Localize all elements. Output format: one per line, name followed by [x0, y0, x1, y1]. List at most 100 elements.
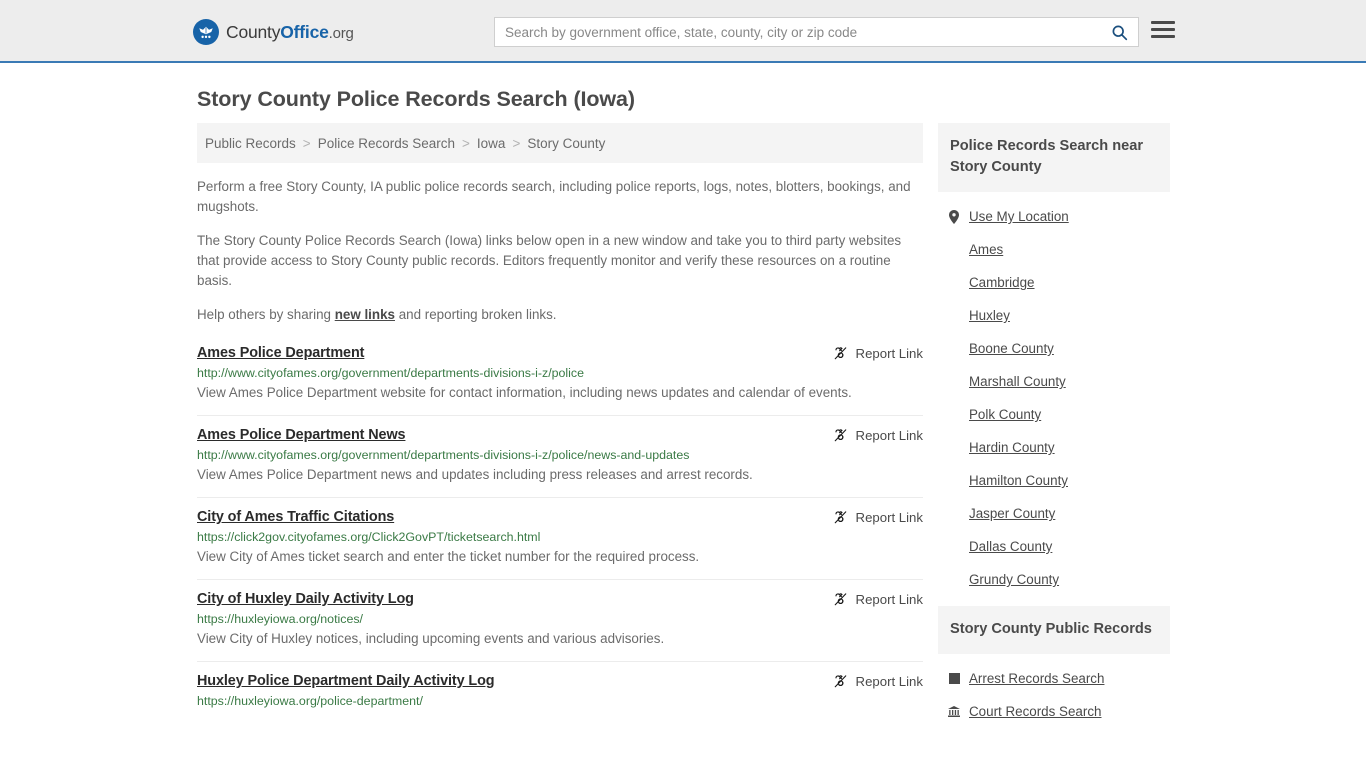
result-header: Ames Police Department Report Link — [197, 345, 923, 361]
sidebar: Police Records Search near Story County … — [938, 123, 1170, 728]
sidebar-record-item-arrest-records-search[interactable]: Arrest Records Search — [938, 662, 1170, 695]
search-bar[interactable] — [494, 17, 1139, 47]
arrest-records-icon — [948, 673, 960, 684]
intro-paragraph-2: The Story County Police Records Search (… — [197, 233, 902, 288]
intro-p3-before: Help others by sharing — [197, 307, 335, 322]
result-header: Huxley Police Department Daily Activity … — [197, 673, 923, 689]
site-logo[interactable]: CountyOffice.org — [193, 19, 354, 45]
sidebar-link-label[interactable]: Dallas County — [969, 539, 1052, 554]
eagle-seal-icon — [193, 19, 219, 45]
sidebar-nearby-item-hamilton-county[interactable]: Hamilton County — [938, 464, 1170, 497]
hamburger-bar — [1151, 35, 1175, 38]
search-button[interactable] — [1100, 18, 1138, 46]
result-url[interactable]: http://www.cityofames.org/government/dep… — [197, 366, 923, 380]
result-item: City of Ames Traffic Citations Report Lin… — [197, 497, 923, 579]
breadcrumb-separator: > — [462, 135, 470, 151]
result-title-link[interactable]: Huxley Police Department Daily Activity … — [197, 673, 495, 689]
result-item: Ames Police Department News Report Link ht… — [197, 415, 923, 497]
breadcrumb-item-current: Story County — [527, 135, 606, 151]
report-link-label: Report Link — [855, 674, 923, 689]
breadcrumb-item-1[interactable]: Police Records Search — [318, 136, 455, 151]
sidebar-link-label[interactable]: Use My Location — [969, 209, 1069, 224]
breadcrumb-separator: > — [302, 135, 311, 151]
sidebar-nearby-item-polk-county[interactable]: Polk County — [938, 398, 1170, 431]
sidebar-nearby-list: Use My Location Ames Cambridge Huxley Boone … — [938, 200, 1170, 596]
sidebar-link-label[interactable]: Polk County — [969, 407, 1041, 422]
report-link-label: Report Link — [855, 346, 923, 361]
brand-part-org: .org — [328, 24, 354, 42]
result-header: Ames Police Department News Report Link — [197, 427, 923, 443]
sidebar-public-records-list: Arrest Records Search Court Records Searc… — [938, 662, 1170, 728]
intro-p3-after: and reporting broken links. — [394, 307, 557, 322]
breadcrumb-item-0[interactable]: Public Records — [205, 136, 296, 151]
sidebar-nearby-item-ames[interactable]: Ames — [938, 233, 1170, 266]
result-url[interactable]: https://click2gov.cityofames.org/Click2G… — [197, 530, 923, 544]
hamburger-bar — [1151, 21, 1175, 24]
result-title-link[interactable]: Ames Police Department News — [197, 427, 406, 443]
report-link-button[interactable]: Report Link — [833, 510, 923, 525]
result-description: View Ames Police Department news and upd… — [197, 467, 753, 482]
site-header: CountyOffice.org — [0, 0, 1366, 63]
search-icon — [1112, 25, 1127, 40]
sidebar-link-label[interactable]: Hardin County — [969, 440, 1055, 455]
result-header: City of Ames Traffic Citations Report Lin… — [197, 509, 923, 525]
report-link-button[interactable]: Report Link — [833, 428, 923, 443]
courthouse-icon — [948, 706, 960, 717]
sidebar-nearby-item-huxley[interactable]: Huxley — [938, 299, 1170, 332]
sidebar-nearby-item-grundy-county[interactable]: Grundy County — [938, 563, 1170, 596]
sidebar-link-label[interactable]: Marshall County — [969, 374, 1066, 389]
sidebar-link-label[interactable]: Grundy County — [969, 572, 1059, 587]
breadcrumb-item-2[interactable]: Iowa — [477, 136, 506, 151]
result-url[interactable]: http://www.cityofames.org/government/dep… — [197, 448, 923, 462]
sidebar-nearby-item-use-my-location[interactable]: Use My Location — [938, 200, 1170, 233]
brand-part-county: County — [226, 21, 281, 42]
report-link-label: Report Link — [855, 510, 923, 525]
sidebar-nearby-item-boone-county[interactable]: Boone County — [938, 332, 1170, 365]
sidebar-nearby-item-jasper-county[interactable]: Jasper County — [938, 497, 1170, 530]
sidebar-link-label[interactable]: Huxley — [969, 308, 1010, 323]
result-item: Ames Police Department Report Link http://… — [197, 339, 923, 415]
intro-text: Perform a free Story County, IA public p… — [197, 177, 923, 325]
broken-link-icon — [834, 347, 846, 360]
result-description: View City of Huxley notices, including u… — [197, 631, 665, 646]
new-links-link[interactable]: new links — [335, 307, 395, 322]
sidebar-link-label[interactable]: Ames — [969, 242, 1003, 257]
sidebar-nearby-item-cambridge[interactable]: Cambridge — [938, 266, 1170, 299]
report-link-button[interactable]: Report Link — [833, 592, 923, 607]
result-title-link[interactable]: City of Ames Traffic Citations — [197, 509, 394, 525]
sidebar-link-label[interactable]: Cambridge — [969, 275, 1035, 290]
hamburger-menu-icon[interactable] — [1151, 21, 1175, 38]
sidebar-link-label[interactable]: Hamilton County — [969, 473, 1068, 488]
report-link-button[interactable]: Report Link — [833, 674, 923, 689]
search-input[interactable] — [495, 18, 1100, 46]
sidebar-link-label[interactable]: Jasper County — [969, 506, 1055, 521]
arrest-records-icon — [948, 673, 960, 684]
sidebar-nearby-item-dallas-county[interactable]: Dallas County — [938, 530, 1170, 563]
breadcrumb: Public Records > Police Records Search >… — [197, 123, 923, 163]
courthouse-icon — [948, 706, 960, 717]
result-title-link[interactable]: Ames Police Department — [197, 345, 364, 361]
sidebar-record-item-court-records-search[interactable]: Court Records Search — [938, 695, 1170, 728]
result-url[interactable]: https://huxleyiowa.org/police-department… — [197, 694, 923, 708]
results-list: Ames Police Department Report Link http://… — [197, 339, 923, 720]
result-item: Huxley Police Department Daily Activity … — [197, 661, 923, 720]
map-pin-icon — [949, 209, 959, 224]
page-title: Story County Police Records Search (Iowa… — [197, 87, 635, 111]
sidebar-nearby-item-marshall-county[interactable]: Marshall County — [938, 365, 1170, 398]
sidebar-link-label[interactable]: Arrest Records Search — [969, 671, 1104, 686]
sidebar-link-label[interactable]: Court Records Search — [969, 704, 1101, 719]
hamburger-bar — [1151, 28, 1175, 31]
result-url[interactable]: https://huxleyiowa.org/notices/ — [197, 612, 923, 626]
sidebar-link-label[interactable]: Boone County — [969, 341, 1054, 356]
result-description: View Ames Police Department website for … — [197, 385, 852, 400]
report-link-button[interactable]: Report Link — [833, 346, 923, 361]
result-header: City of Huxley Daily Activity Log Report … — [197, 591, 923, 607]
brand-wordmark: CountyOffice.org — [226, 22, 354, 43]
sidebar-nearby-item-hardin-county[interactable]: Hardin County — [938, 431, 1170, 464]
result-item: City of Huxley Daily Activity Log Report … — [197, 579, 923, 661]
sidebar-public-records-heading: Story County Public Records — [938, 606, 1170, 654]
result-title-link[interactable]: City of Huxley Daily Activity Log — [197, 591, 414, 607]
brand-part-office: Office — [280, 21, 329, 42]
report-link-label: Report Link — [855, 592, 923, 607]
